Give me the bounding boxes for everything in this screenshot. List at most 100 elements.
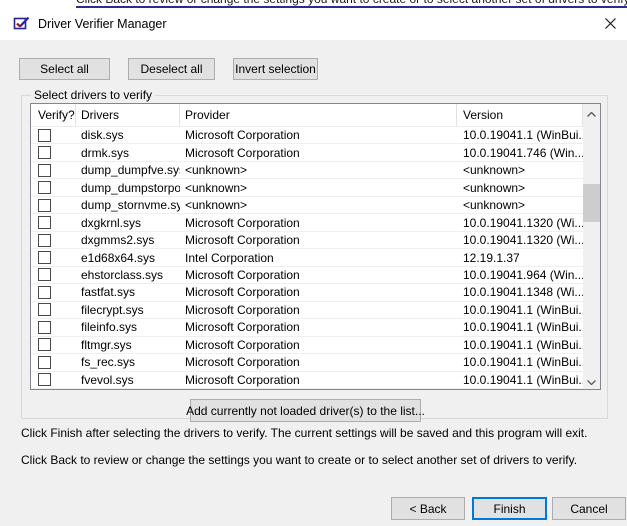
- finish-button[interactable]: Finish: [472, 497, 547, 520]
- scrollbar-thumb[interactable]: [583, 184, 600, 222]
- verify-cell: [31, 303, 76, 316]
- verify-checkbox[interactable]: [38, 164, 51, 177]
- driver-provider: <unknown>: [180, 163, 457, 177]
- verify-checkbox[interactable]: [38, 303, 51, 316]
- driver-name: dump_dumpstorpor...: [76, 181, 180, 195]
- scroll-up-button[interactable]: [583, 104, 600, 121]
- verify-cell: [31, 321, 76, 334]
- invert-selection-label: Invert selection: [235, 62, 316, 76]
- table-row[interactable]: e1d68x64.sys Intel Corporation 12.19.1.3…: [31, 249, 583, 266]
- driver-name: dump_stornvme.sys: [76, 198, 180, 212]
- verify-cell: [31, 216, 76, 229]
- driver-verifier-manager-dialog: Click Back to review or change the setti…: [0, 0, 627, 526]
- driver-version: 10.0.19041.1 (WinBui...: [457, 338, 583, 352]
- table-row[interactable]: fs_rec.sys Microsoft Corporation 10.0.19…: [31, 354, 583, 371]
- driver-version: 10.0.19041.1320 (Wi...: [457, 216, 583, 230]
- verify-checkbox[interactable]: [38, 234, 51, 247]
- table-row[interactable]: dump_dumpstorpor... <unknown> <unknown>: [31, 179, 583, 196]
- select-all-label: Select all: [40, 62, 89, 76]
- driver-version: 10.0.19041.964 (Win...: [457, 268, 583, 282]
- table-row[interactable]: dxgmms2.sys Microsoft Corporation 10.0.1…: [31, 232, 583, 249]
- verify-checkbox[interactable]: [38, 268, 51, 281]
- verify-checkbox[interactable]: [38, 356, 51, 369]
- groupbox-label: Select drivers to verify: [31, 88, 155, 102]
- driver-verifier-icon: [13, 15, 30, 32]
- close-button[interactable]: [594, 11, 627, 38]
- table-row[interactable]: drmk.sys Microsoft Corporation 10.0.1904…: [31, 144, 583, 161]
- driver-name: e1d68x64.sys: [76, 251, 180, 265]
- driver-provider: Microsoft Corporation: [180, 320, 457, 334]
- table-row[interactable]: dump_stornvme.sys <unknown> <unknown>: [31, 197, 583, 214]
- driver-name: fvevol.sys: [76, 373, 180, 387]
- driver-list-header: Verify? Drivers Provider Version: [31, 104, 583, 127]
- table-row[interactable]: fvevol.sys Microsoft Corporation 10.0.19…: [31, 372, 583, 389]
- driver-name: drmk.sys: [76, 146, 180, 160]
- table-row[interactable]: filecrypt.sys Microsoft Corporation 10.0…: [31, 302, 583, 319]
- verify-checkbox[interactable]: [38, 338, 51, 351]
- driver-name: fastfat.sys: [76, 285, 180, 299]
- driver-provider: <unknown>: [180, 198, 457, 212]
- table-row[interactable]: fileinfo.sys Microsoft Corporation 10.0.…: [31, 319, 583, 336]
- driver-provider: Microsoft Corporation: [180, 128, 457, 142]
- driver-name: dxgmms2.sys: [76, 233, 180, 247]
- table-row[interactable]: ehstorclass.sys Microsoft Corporation 10…: [31, 267, 583, 284]
- verify-checkbox[interactable]: [38, 181, 51, 194]
- verify-checkbox[interactable]: [38, 146, 51, 159]
- table-row[interactable]: fltmgr.sys Microsoft Corporation 10.0.19…: [31, 337, 583, 354]
- scroll-down-button[interactable]: [583, 372, 600, 389]
- table-row[interactable]: dump_dumpfve.sys <unknown> <unknown>: [31, 162, 583, 179]
- column-header-verify[interactable]: Verify?: [31, 104, 76, 126]
- driver-version: <unknown>: [457, 163, 583, 177]
- verify-cell: [31, 338, 76, 351]
- driver-list: Verify? Drivers Provider Version disk.sy…: [30, 103, 601, 390]
- add-not-loaded-drivers-label: Add currently not loaded driver(s) to th…: [186, 404, 425, 418]
- verify-checkbox[interactable]: [38, 216, 51, 229]
- driver-rows: disk.sys Microsoft Corporation 10.0.1904…: [31, 127, 583, 389]
- verify-cell: [31, 181, 76, 194]
- driver-version: 10.0.19041.1 (WinBui...: [457, 128, 583, 142]
- verify-cell: [31, 286, 76, 299]
- verify-checkbox[interactable]: [38, 251, 51, 264]
- driver-provider: Microsoft Corporation: [180, 146, 457, 160]
- verify-checkbox[interactable]: [38, 321, 51, 334]
- vertical-scrollbar[interactable]: [583, 104, 600, 389]
- select-all-button[interactable]: Select all: [19, 58, 110, 80]
- verify-checkbox[interactable]: [38, 129, 51, 142]
- cancel-label: Cancel: [570, 502, 607, 516]
- finish-instruction-text: Click Finish after selecting the drivers…: [21, 426, 621, 440]
- table-row[interactable]: fastfat.sys Microsoft Corporation 10.0.1…: [31, 284, 583, 301]
- driver-provider: Microsoft Corporation: [180, 216, 457, 230]
- back-button[interactable]: < Back: [391, 497, 465, 520]
- table-row[interactable]: dxgkrnl.sys Microsoft Corporation 10.0.1…: [31, 214, 583, 231]
- driver-version: 10.0.19041.746 (Win...: [457, 146, 583, 160]
- column-header-version[interactable]: Version: [457, 104, 583, 126]
- verify-checkbox[interactable]: [38, 286, 51, 299]
- verify-cell: [31, 164, 76, 177]
- verify-cell: [31, 373, 76, 386]
- driver-version: 10.0.19041.1320 (Wi...: [457, 233, 583, 247]
- verify-cell: [31, 234, 76, 247]
- background-window-text: Click Back to review or change the setti…: [76, 0, 627, 8]
- driver-provider: <unknown>: [180, 181, 457, 195]
- table-row[interactable]: disk.sys Microsoft Corporation 10.0.1904…: [31, 127, 583, 144]
- column-header-drivers[interactable]: Drivers: [76, 104, 180, 126]
- chevron-down-icon: [587, 374, 596, 388]
- driver-name: dxgkrnl.sys: [76, 216, 180, 230]
- deselect-all-label: Deselect all: [140, 62, 202, 76]
- driver-name: fltmgr.sys: [76, 338, 180, 352]
- driver-name: fs_rec.sys: [76, 355, 180, 369]
- driver-version: <unknown>: [457, 198, 583, 212]
- verify-checkbox[interactable]: [38, 373, 51, 386]
- chevron-up-icon: [587, 106, 596, 120]
- invert-selection-button[interactable]: Invert selection: [233, 58, 318, 80]
- add-not-loaded-drivers-button[interactable]: Add currently not loaded driver(s) to th…: [190, 399, 421, 422]
- driver-name: fileinfo.sys: [76, 320, 180, 334]
- driver-version: 10.0.19041.1 (WinBui...: [457, 303, 583, 317]
- deselect-all-button[interactable]: Deselect all: [128, 58, 215, 80]
- column-header-provider[interactable]: Provider: [180, 104, 457, 126]
- driver-provider: Microsoft Corporation: [180, 355, 457, 369]
- driver-version: 10.0.19041.1 (WinBui...: [457, 355, 583, 369]
- finish-label: Finish: [493, 502, 525, 516]
- cancel-button[interactable]: Cancel: [552, 497, 626, 520]
- verify-checkbox[interactable]: [38, 199, 51, 212]
